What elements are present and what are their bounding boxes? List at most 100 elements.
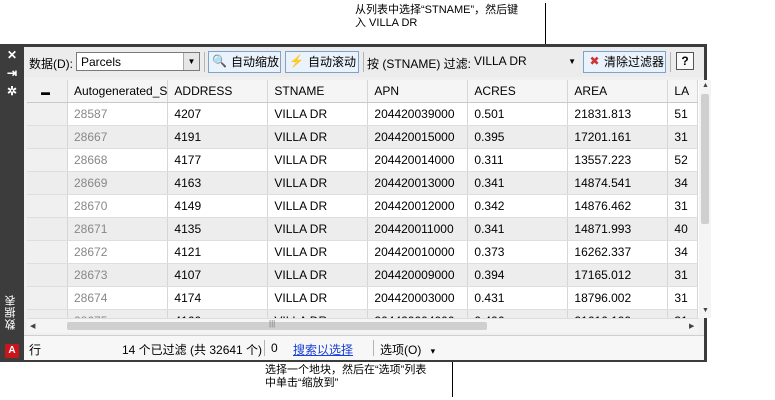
table-cell[interactable]: 0.341 xyxy=(467,171,569,195)
table-row[interactable]: 28674 4174 VILLA DR 204420003000 0.431 1… xyxy=(27,286,699,310)
table-cell[interactable]: 4191 xyxy=(167,125,269,149)
table-cell[interactable]: 4174 xyxy=(167,286,269,310)
table-cell[interactable]: 28587 xyxy=(67,102,169,126)
table-cell[interactable]: 52 xyxy=(667,148,699,172)
table-cell[interactable]: VILLA DR xyxy=(267,286,369,310)
table-cell[interactable]: 0.373 xyxy=(467,240,569,264)
table-cell[interactable]: VILLA DR xyxy=(267,263,369,287)
table-cell[interactable]: 4207 xyxy=(167,102,269,126)
table-cell[interactable]: 28669 xyxy=(67,171,169,195)
clear-filter-button[interactable]: ✖ 清除过滤器 xyxy=(583,51,666,73)
dataset-select[interactable]: Parcels ▼ xyxy=(76,52,200,71)
table-cell[interactable]: 21616.109 xyxy=(567,309,669,318)
chevron-down-icon[interactable]: ▾ xyxy=(425,346,436,356)
table-cell[interactable]: VILLA DR xyxy=(267,125,369,149)
table-cell[interactable]: 28672 xyxy=(67,240,169,264)
column-header[interactable]: ACRES xyxy=(467,80,569,103)
table-row[interactable]: 28587 4207 VILLA DR 204420039000 0.501 2… xyxy=(27,102,699,126)
table-cell[interactable]: 204420003000 xyxy=(367,286,469,310)
table-cell[interactable]: VILLA DR xyxy=(267,309,369,318)
help-button[interactable]: ? xyxy=(676,52,694,70)
table-cell[interactable]: 28671 xyxy=(67,217,169,241)
table-cell[interactable]: 204420015000 xyxy=(367,125,469,149)
table-row[interactable]: 28669 4163 VILLA DR 204420013000 0.341 1… xyxy=(27,171,699,195)
table-cell[interactable]: 0.395 xyxy=(467,125,569,149)
table-row[interactable]: 28673 4107 VILLA DR 204420009000 0.394 1… xyxy=(27,263,699,287)
table-cell[interactable]: 204420011000 xyxy=(367,217,469,241)
table-cell[interactable]: 4163 xyxy=(167,171,269,195)
table-cell[interactable]: 31 xyxy=(667,263,699,287)
table-cell[interactable]: 0.501 xyxy=(467,102,569,126)
table-cell[interactable]: 13557.223 xyxy=(567,148,669,172)
table-cell[interactable]: 14874.541 xyxy=(567,171,669,195)
table-cell[interactable]: 204420012000 xyxy=(367,194,469,218)
table-cell[interactable]: 204420009000 xyxy=(367,263,469,287)
table-cell[interactable]: 204420014000 xyxy=(367,148,469,172)
table-cell[interactable]: 0.496 xyxy=(467,309,569,318)
column-header[interactable]: Autogenerated_S xyxy=(67,80,169,103)
table-cell[interactable]: 34 xyxy=(667,171,699,195)
table-cell[interactable]: 4160 xyxy=(167,309,269,318)
table-cell[interactable]: 31 xyxy=(667,309,699,318)
table-row[interactable]: 28670 4149 VILLA DR 204420012000 0.342 1… xyxy=(27,194,699,218)
table-cell[interactable]: 18796.002 xyxy=(567,286,669,310)
properties-icon[interactable]: ✲ xyxy=(4,84,20,98)
column-header[interactable]: ADDRESS xyxy=(167,80,269,103)
table-cell[interactable]: 204420004000 xyxy=(367,309,469,318)
table-row[interactable]: 28675 4160 VILLA DR 204420004000 0.496 2… xyxy=(27,309,699,318)
table-cell[interactable]: 28673 xyxy=(67,263,169,287)
search-to-select-link[interactable]: 搜索以选择 xyxy=(293,341,353,358)
table-cell[interactable]: 4135 xyxy=(167,217,269,241)
vertical-scrollbar[interactable]: ▲ ▼ xyxy=(699,80,711,318)
row-header[interactable] xyxy=(27,148,68,172)
table-cell[interactable]: 4107 xyxy=(167,263,269,287)
table-cell[interactable]: 0.311 xyxy=(467,148,569,172)
select-all-corner[interactable]: ▬ xyxy=(27,80,68,103)
vertical-scroll-thumb[interactable] xyxy=(701,94,709,224)
table-cell[interactable]: 31 xyxy=(667,194,699,218)
row-header[interactable] xyxy=(27,286,68,310)
table-cell[interactable]: 14871.993 xyxy=(567,217,669,241)
table-row[interactable]: 28671 4135 VILLA DR 204420011000 0.341 1… xyxy=(27,217,699,241)
table-cell[interactable]: 21831.813 xyxy=(567,102,669,126)
table-cell[interactable]: 204420039000 xyxy=(367,102,469,126)
table-cell[interactable]: VILLA DR xyxy=(267,240,369,264)
table-cell[interactable]: 34 xyxy=(667,240,699,264)
table-cell[interactable]: 17165.012 xyxy=(567,263,669,287)
table-cell[interactable]: 51 xyxy=(667,102,699,126)
table-cell[interactable]: 14876.462 xyxy=(567,194,669,218)
close-icon[interactable]: ✕ xyxy=(4,48,20,62)
table-cell[interactable]: 28667 xyxy=(67,125,169,149)
column-header[interactable]: APN xyxy=(367,80,469,103)
horizontal-scroll-thumb[interactable]: ||| xyxy=(67,319,487,330)
table-cell[interactable]: 4121 xyxy=(167,240,269,264)
chevron-down-icon[interactable]: ▼ xyxy=(183,53,199,70)
table-cell[interactable]: 31 xyxy=(667,286,699,310)
table-cell[interactable]: VILLA DR xyxy=(267,217,369,241)
table-cell[interactable]: VILLA DR xyxy=(267,194,369,218)
table-cell[interactable]: 16262.337 xyxy=(567,240,669,264)
table-row[interactable]: 28672 4121 VILLA DR 204420010000 0.373 1… xyxy=(27,240,699,264)
table-cell[interactable]: 0.341 xyxy=(467,217,569,241)
table-cell[interactable]: 4177 xyxy=(167,148,269,172)
scroll-down-icon[interactable]: ▼ xyxy=(702,307,709,314)
row-header[interactable] xyxy=(27,194,68,218)
row-header[interactable] xyxy=(27,240,68,264)
table-cell[interactable]: 40 xyxy=(667,217,699,241)
row-header[interactable] xyxy=(27,309,68,318)
row-header[interactable] xyxy=(27,217,68,241)
row-header[interactable] xyxy=(27,171,68,195)
table-cell[interactable]: 204420013000 xyxy=(367,171,469,195)
table-cell[interactable]: 0.342 xyxy=(467,194,569,218)
auto-scroll-button[interactable]: ⚡ 自动滚动 xyxy=(285,51,359,73)
scroll-right-icon[interactable]: ▶ xyxy=(689,322,694,330)
table-cell[interactable]: 28675 xyxy=(67,309,169,318)
autohide-icon[interactable]: ⇥ xyxy=(4,66,20,80)
table-cell[interactable]: VILLA DR xyxy=(267,171,369,195)
table-cell[interactable]: 204420010000 xyxy=(367,240,469,264)
column-header[interactable]: LA xyxy=(667,80,699,103)
table-cell[interactable]: 0.431 xyxy=(467,286,569,310)
options-menu[interactable]: 选项(O) ▾ xyxy=(380,341,435,358)
table-cell[interactable]: 4149 xyxy=(167,194,269,218)
table-cell[interactable]: 0.394 xyxy=(467,263,569,287)
